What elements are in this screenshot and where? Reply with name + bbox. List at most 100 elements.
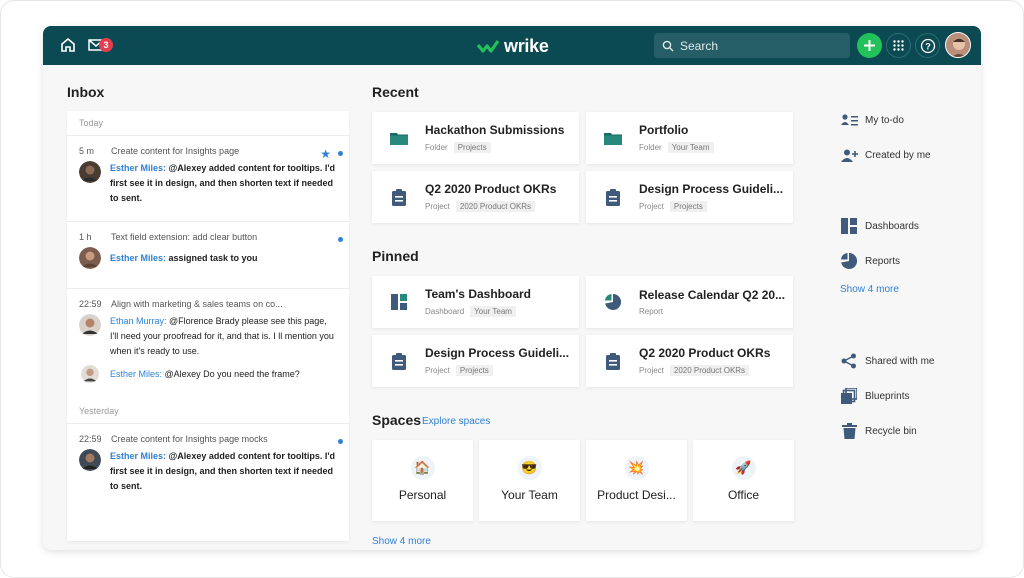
message-text: assigned task to you <box>166 252 258 263</box>
message-subject[interactable]: Create content for Insights page <box>111 146 239 156</box>
avatar <box>79 161 101 183</box>
created-by-me-label: Created by me <box>865 150 931 161</box>
grid-icon <box>893 40 904 51</box>
reports-show-more-link[interactable]: Show 4 more <box>840 284 899 295</box>
card-title: Q2 2020 Product OKRs <box>639 346 771 360</box>
burst-icon: 💥 <box>624 456 649 480</box>
card-title: Design Process Guideli... <box>425 346 570 360</box>
recent-card[interactable]: Design Process Guideli... Project Projects <box>586 171 793 223</box>
author-name[interactable]: Esther Miles: <box>110 369 162 379</box>
search-box[interactable] <box>654 33 850 58</box>
mail-count-badge: 3 <box>99 38 113 52</box>
card-tag: Projects <box>453 142 491 153</box>
space-label: Personal <box>398 488 447 502</box>
card-kind: Report <box>639 307 664 316</box>
blueprints-link[interactable]: Blueprints <box>840 388 909 404</box>
inbox-message[interactable]: 1 h Text field extension: add clear butto… <box>67 222 349 289</box>
reports-label: Reports <box>865 255 901 267</box>
search-input[interactable] <box>680 38 840 53</box>
message-subject[interactable]: Text field extension: add clear button <box>111 232 257 242</box>
inbox-title: Inbox <box>67 84 105 100</box>
day-separator-today: Today <box>67 111 349 136</box>
explore-spaces-link[interactable]: Explore spaces <box>422 416 490 427</box>
blueprint-icon <box>841 388 857 404</box>
created-by-me-link[interactable]: Created by me <box>840 149 931 162</box>
wrike-logo[interactable]: wrike <box>477 35 549 57</box>
space-card-your-team[interactable]: 😎 Your Team <box>479 440 580 521</box>
message-time: 5 m <box>79 146 95 156</box>
app-window: 3 wrike ? Inbox Today <box>43 26 981 550</box>
search-icon <box>662 40 674 51</box>
card-kind: Project <box>639 202 664 211</box>
user-avatar[interactable] <box>945 32 971 58</box>
dashboard-icon <box>390 294 407 310</box>
house-icon: 🏠 <box>410 456 435 480</box>
card-tag: Projects <box>455 365 493 376</box>
message-body: Ethan Murray: @Florence Brady please see… <box>110 314 337 359</box>
help-button[interactable]: ? <box>915 33 940 58</box>
card-title: Q2 2020 Product OKRs <box>425 182 557 196</box>
avatar <box>79 314 101 336</box>
home-icon[interactable] <box>59 36 77 54</box>
card-title: Hackathon Submissions <box>425 123 565 137</box>
card-tag: 2020 Product OKRs <box>455 201 536 212</box>
recycle-bin-link[interactable]: Recycle bin <box>840 423 917 439</box>
recent-card[interactable]: Q2 2020 Product OKRs Project 2020 Product … <box>372 171 579 223</box>
shared-with-me-link[interactable]: Shared with me <box>840 353 934 369</box>
avatar <box>79 449 101 471</box>
author-name[interactable]: Esther Miles: <box>110 451 166 461</box>
dashboards-label: Dashboards <box>865 220 919 232</box>
space-label: Office <box>727 488 760 502</box>
dashboards-link[interactable]: Dashboards <box>840 218 919 234</box>
message-body: Esther Miles: @Alexey added content for … <box>110 449 337 494</box>
author-name[interactable]: Ethan Murray: <box>110 316 167 326</box>
recent-card[interactable]: Portfolio Folder Your Team <box>586 112 793 164</box>
card-kind: Project <box>425 202 450 211</box>
pinned-card[interactable]: Release Calendar Q2 20... Report <box>586 276 793 328</box>
space-card-office[interactable]: 🚀 Office <box>693 440 794 521</box>
message-subject[interactable]: Align with marketing & sales teams on co… <box>111 299 283 309</box>
blueprints-label: Blueprints <box>865 390 910 402</box>
message-subject[interactable]: Create content for Insights page mocks <box>111 434 268 444</box>
space-card-personal[interactable]: 🏠 Personal <box>372 440 473 521</box>
inbox-message[interactable]: 22:59 Create content for Insights page mo… <box>67 424 349 504</box>
card-title: Design Process Guideli... <box>639 182 784 196</box>
todo-icon <box>840 114 858 126</box>
share-icon <box>841 353 856 369</box>
sunglasses-icon: 😎 <box>517 456 542 480</box>
card-tag: Your Team <box>667 142 714 153</box>
inbox-message[interactable]: 22:59 Align with marketing & sales teams … <box>67 289 349 399</box>
day-separator-yesterday: Yesterday <box>67 399 349 424</box>
trash-icon <box>841 423 857 439</box>
folder-icon <box>389 133 408 145</box>
logo-text: wrike <box>504 35 549 56</box>
recent-card[interactable]: Hackathon Submissions Folder Projects <box>372 112 579 164</box>
pinned-card[interactable]: Team's Dashboard Dashboard Your Team <box>372 276 579 328</box>
message-time: 22:59 <box>79 434 102 444</box>
space-label: Your Team <box>501 488 558 502</box>
my-todo-link[interactable]: My to-do <box>840 114 904 127</box>
card-kind: Project <box>639 366 664 375</box>
avatar <box>81 365 99 383</box>
report-icon <box>604 294 621 310</box>
create-new-button[interactable] <box>857 33 882 58</box>
pinned-card[interactable]: Q2 2020 Product OKRs Project 2020 Product … <box>586 335 793 387</box>
project-icon <box>391 352 406 370</box>
spaces-title: Spaces <box>372 412 422 428</box>
card-kind: Dashboard <box>425 307 465 316</box>
card-kind: Folder <box>425 143 448 152</box>
help-icon: ? <box>920 38 935 53</box>
apps-button[interactable] <box>886 33 911 58</box>
message-body: Esther Miles: @Alexey added content for … <box>110 161 337 206</box>
avatar <box>79 247 101 269</box>
pinned-card[interactable]: Design Process Guideli... Project Projects <box>372 335 579 387</box>
author-name[interactable]: Esther Miles: <box>110 163 166 173</box>
author-name[interactable]: Esther Miles: <box>110 253 166 263</box>
star-icon[interactable]: ★ <box>320 147 331 161</box>
inbox-message[interactable]: ★ 5 m Create content for Insights page Es… <box>67 136 349 222</box>
unread-dot <box>338 237 343 242</box>
reports-link[interactable]: Reports <box>840 253 900 269</box>
space-card-product-design[interactable]: 💥 Product Desi... <box>586 440 687 521</box>
pinned-title: Pinned <box>372 248 419 264</box>
spaces-show-more-link[interactable]: Show 4 more <box>372 536 431 547</box>
